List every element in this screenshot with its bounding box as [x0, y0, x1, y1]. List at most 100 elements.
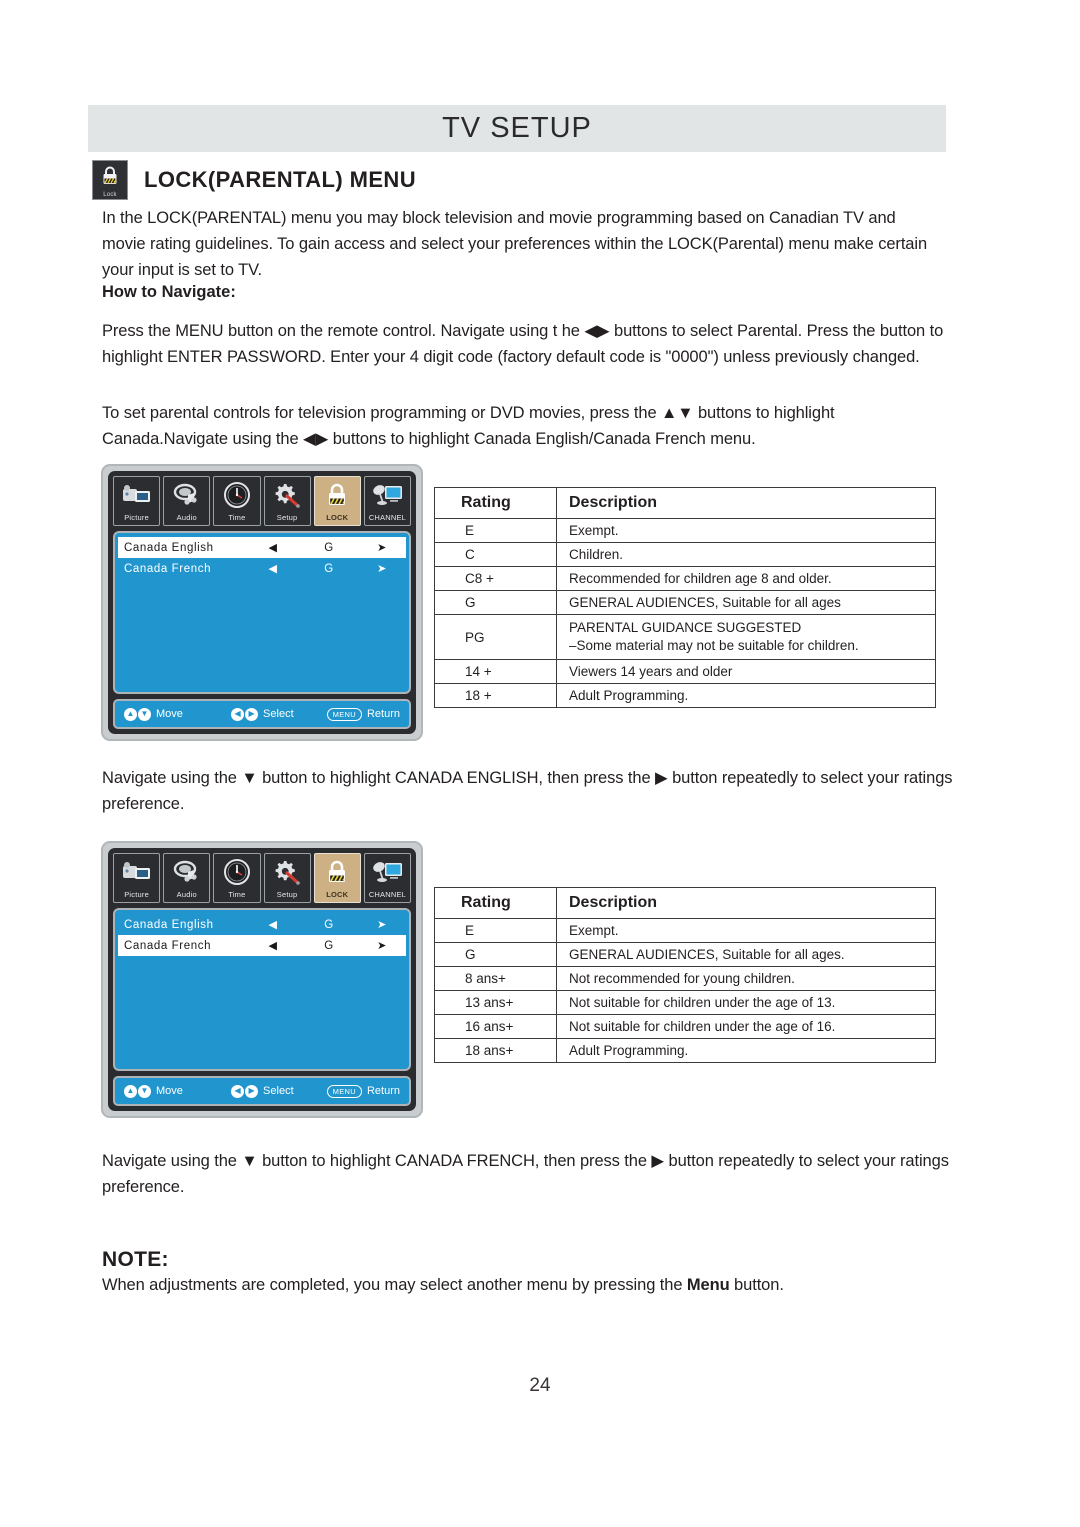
cell-rating: 18 +	[434, 683, 557, 708]
osd-tab-lock[interactable]: LOCK	[313, 476, 361, 526]
osd-row-value: G	[324, 918, 334, 931]
lock-icon: Lock	[92, 160, 128, 200]
hint-return-label: Return	[366, 708, 400, 720]
osd-row-canada-english[interactable]: Canada English ◀ G ➤	[118, 537, 406, 558]
osd-icon-row: Picture Audio Time Setup LOCK CHANNEL	[113, 853, 412, 903]
cell-rating: 14 +	[434, 659, 557, 684]
up-down-arrows-icon: ▲ ▼	[124, 707, 151, 721]
decrease-arrow-icon[interactable]: ◀	[252, 541, 294, 554]
osd-body: Picture Audio Time Setup LOCK CHANNEL Ca…	[108, 471, 416, 734]
osd-tab-label: LOCK	[326, 890, 349, 899]
osd-options-panel: Canada English ◀ G ➤ Canada French ◀ G ➤	[113, 531, 411, 694]
cell-rating: C8 +	[434, 566, 557, 591]
cell-rating: G	[434, 942, 557, 967]
osd-tab-setup[interactable]: Setup	[263, 476, 311, 526]
hint-select-label: Select	[263, 708, 294, 720]
osd-tab-audio[interactable]: Audio	[163, 476, 211, 526]
hint-move-label: Move	[156, 1085, 183, 1097]
osd-row-label: Canada French	[124, 939, 212, 952]
increase-arrow-icon[interactable]: ➤	[364, 541, 400, 554]
cell-rating: 18 ans+	[434, 1038, 557, 1063]
hint-return-label: Return	[366, 1085, 400, 1097]
osd-tab-time[interactable]: Time	[213, 853, 261, 903]
rating-table-french: Rating Description E Exempt. G GENERAL A…	[434, 887, 936, 1063]
lock-icon	[318, 857, 356, 887]
osd-row-canada-english[interactable]: Canada English ◀ G ➤	[118, 914, 406, 935]
osd-row-canada-french[interactable]: Canada French ◀ G ➤	[118, 935, 406, 956]
navigate-paragraph: Press the MENU button on the remote cont…	[102, 322, 944, 366]
note-bold-word: Menu	[686, 1276, 730, 1294]
osd-tab-picture[interactable]: Picture	[113, 476, 161, 526]
decrease-arrow-icon[interactable]: ◀	[252, 939, 294, 952]
osd-tab-label: Time	[228, 513, 246, 522]
osd-tab-channel[interactable]: CHANNEL	[363, 476, 412, 526]
cell-description: PARENTAL GUIDANCE SUGGESTED –Some materi…	[556, 614, 936, 660]
table-row: G GENERAL AUDIENCES, Suitable for all ag…	[434, 942, 936, 967]
osd-tab-label: Time	[228, 890, 246, 899]
rating-table-english: Rating Description E Exempt. C Children.…	[434, 487, 936, 708]
cell-description: Exempt.	[556, 518, 936, 543]
cell-description: Adult Programming.	[556, 1038, 936, 1063]
picture-icon	[118, 857, 156, 887]
decrease-arrow-icon[interactable]: ◀	[252, 562, 294, 575]
cell-description: Children.	[556, 542, 936, 567]
osd-hint-bar: ▲ ▼ Move ◀ ▶ Select MENU Return	[113, 1076, 411, 1106]
osd-row-canada-french[interactable]: Canada French ◀ G ➤	[118, 558, 406, 579]
osd-tab-label: Picture	[124, 513, 149, 522]
osd-tab-lock[interactable]: LOCK	[313, 853, 361, 903]
cell-rating: E	[434, 518, 557, 543]
table-row: 18 + Adult Programming.	[434, 683, 936, 708]
column-header-description: Description	[556, 887, 936, 919]
osd-tab-setup[interactable]: Setup	[263, 853, 311, 903]
cell-description: GENERAL AUDIENCES, Suitable for all ages…	[556, 942, 936, 967]
column-header-description: Description	[556, 487, 936, 519]
cell-description: Viewers 14 years and older	[556, 659, 936, 684]
osd-tab-time[interactable]: Time	[213, 476, 261, 526]
hint-return: MENU Return	[326, 707, 400, 721]
table-row: C Children.	[434, 542, 936, 567]
french-instruction-paragraph: Navigate using the ▼ button to highlight…	[102, 1152, 949, 1196]
table-row: 16 ans+ Not suitable for children under …	[434, 1014, 936, 1039]
osd-tab-label: LOCK	[326, 513, 349, 522]
osd-row-value: G	[324, 939, 334, 952]
time-icon	[218, 480, 256, 510]
page-title: TV SETUP	[442, 112, 592, 144]
osd-body: Picture Audio Time Setup LOCK CHANNEL Ca…	[108, 848, 416, 1111]
padlock-glyph	[101, 165, 119, 187]
decrease-arrow-icon[interactable]: ◀	[252, 918, 294, 931]
cell-description: Not suitable for children under the age …	[556, 990, 936, 1015]
increase-arrow-icon[interactable]: ➤	[364, 562, 400, 575]
page-number: 24	[529, 1375, 551, 1396]
osd-tab-picture[interactable]: Picture	[113, 853, 161, 903]
cell-rating: PG	[434, 614, 557, 660]
hint-select: ◀ ▶ Select	[231, 1084, 321, 1098]
cell-rating: G	[434, 590, 557, 615]
page-title-bar: TV SETUP	[88, 105, 946, 152]
time-icon	[218, 857, 256, 887]
lock-chip-label: Lock	[103, 192, 117, 198]
hint-select: ◀ ▶ Select	[231, 707, 321, 721]
cell-description-line2: –Some material may not be suitable for c…	[569, 638, 859, 653]
left-right-arrows-icon: ◀ ▶	[231, 1084, 259, 1098]
how-to-navigate-label: How to Navigate:	[102, 283, 236, 301]
table-row: 8 ans+ Not recommended for young childre…	[434, 966, 936, 991]
increase-arrow-icon[interactable]: ➤	[364, 939, 400, 952]
cell-description: Not recommended for young children.	[556, 966, 936, 991]
hint-select-label: Select	[263, 1085, 294, 1097]
increase-arrow-icon[interactable]: ➤	[364, 918, 400, 931]
table-row: E Exempt.	[434, 918, 936, 943]
hint-move: ▲ ▼ Move	[124, 1084, 225, 1098]
table-row: G GENERAL AUDIENCES, Suitable for all ag…	[434, 590, 936, 615]
setup-icon	[268, 480, 306, 510]
left-right-arrows-icon: ◀ ▶	[231, 707, 259, 721]
cell-rating: 16 ans+	[434, 1014, 557, 1039]
osd-tab-audio[interactable]: Audio	[163, 853, 211, 903]
osd-row-value: G	[324, 541, 334, 554]
note-paragraph: When adjustments are completed, you may …	[102, 1272, 902, 1298]
table-header-row: Rating Description	[434, 887, 936, 919]
hint-move-label: Move	[156, 708, 183, 720]
table-header-row: Rating Description	[434, 487, 936, 519]
lock-icon	[318, 480, 356, 510]
osd-tab-channel[interactable]: CHANNEL	[363, 853, 412, 903]
table-row: C8 + Recommended for children age 8 and …	[434, 566, 936, 591]
